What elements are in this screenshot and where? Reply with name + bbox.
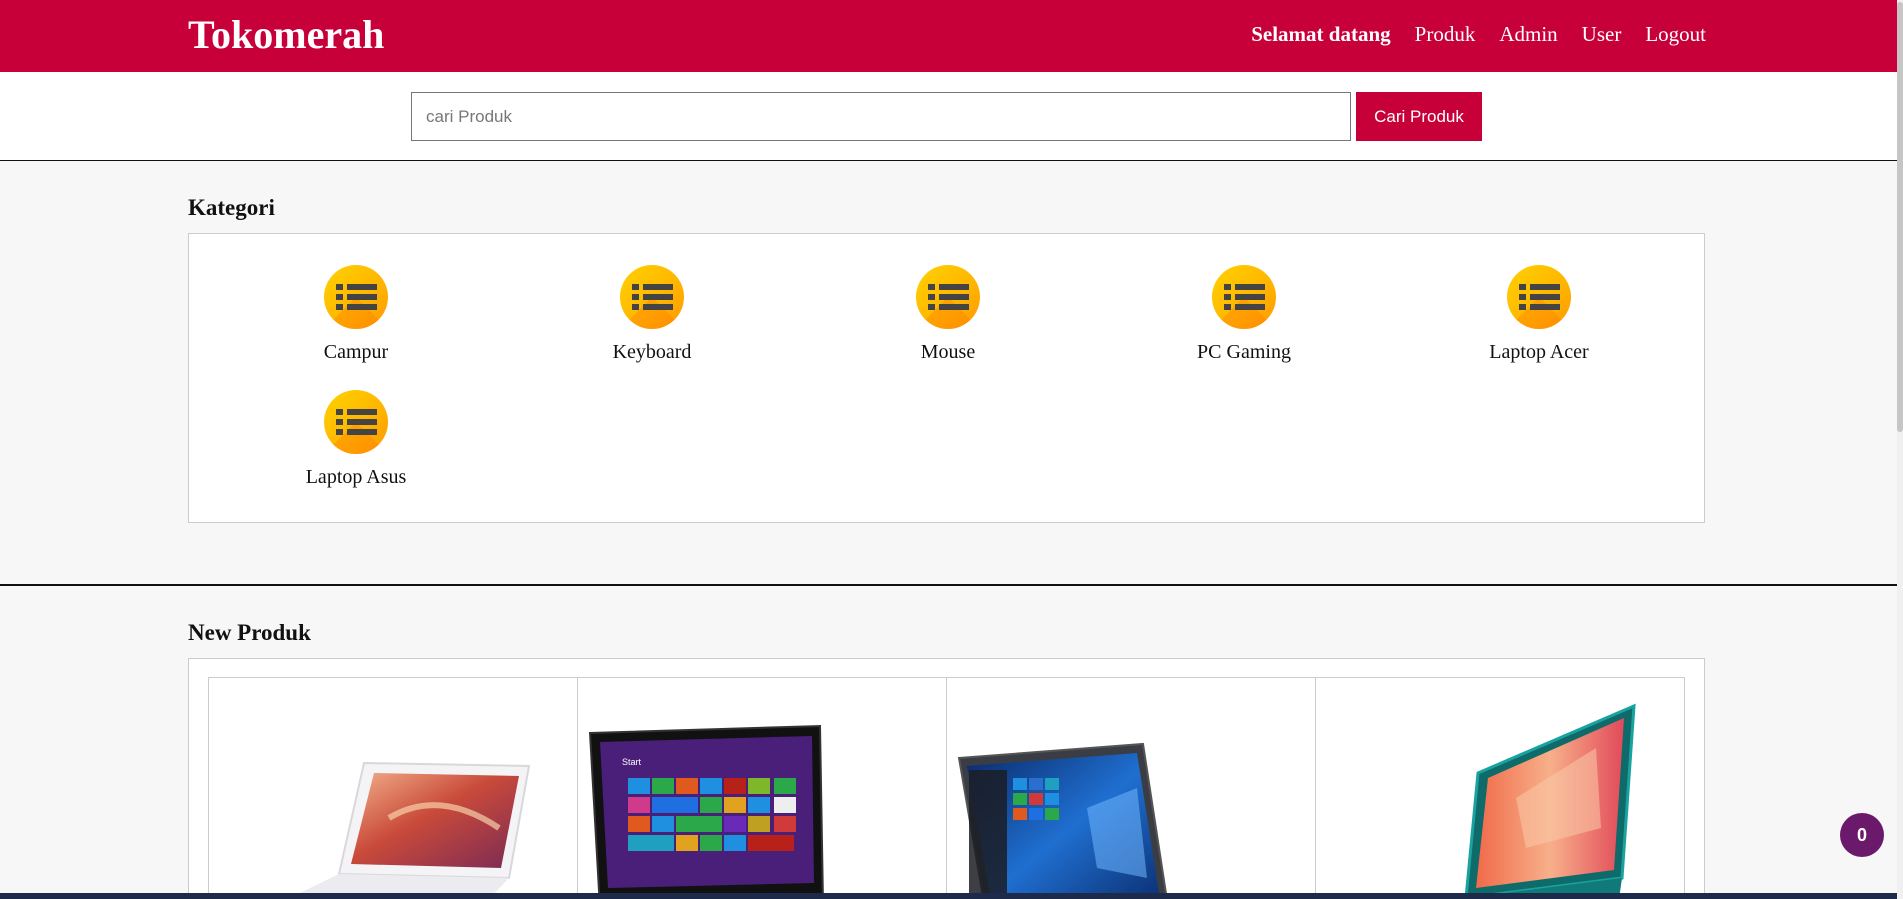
nav-link-logout[interactable]: Logout [1645,22,1706,47]
category-item-laptop-asus[interactable]: Laptop Asus [256,390,456,489]
list-icon [324,390,388,454]
kategori-title: Kategori [188,195,275,220]
nav-link-admin[interactable]: Admin [1499,22,1557,47]
category-label: Laptop Acer [1489,341,1589,363]
kategori-section: Kategori Campur Keyboard Mouse PC Gaming… [0,160,1897,584]
brand-logo[interactable]: Tokomerah [188,10,384,60]
produk-panel: Start [188,658,1705,899]
welcome-text: Selamat datang [1251,22,1391,46]
page-scrollbar[interactable] [1897,0,1903,899]
list-icon [916,265,980,329]
product-card[interactable] [208,677,578,899]
product-card[interactable] [946,677,1316,899]
category-item-laptop-acer[interactable]: Laptop Acer [1439,265,1639,364]
scrollbar-thumb[interactable] [1897,2,1903,432]
category-item-mouse[interactable]: Mouse [848,265,1048,364]
list-icon [620,265,684,329]
search-button[interactable]: Cari Produk [1356,92,1482,141]
new-produk-title: New Produk [188,620,311,645]
category-label: Laptop Asus [305,466,407,488]
main-nav: Selamat datang Produk Admin User Logout [1251,22,1706,47]
header-bar: Tokomerah Selamat datang Produk Admin Us… [0,0,1897,72]
list-icon [1212,265,1276,329]
search-input[interactable] [411,92,1351,141]
category-label: PC Gaming [1197,341,1291,363]
laptop-grey-win10-image [957,742,1168,899]
category-item-campur[interactable]: Campur [256,265,456,364]
category-item-pc-gaming[interactable]: PC Gaming [1144,265,1344,364]
category-label: Keyboard [612,341,692,363]
laptop-asus-white-image [287,761,531,899]
list-icon [1507,265,1571,329]
category-label: Campur [323,341,389,363]
category-label: Mouse [920,341,976,363]
category-item-keyboard[interactable]: Keyboard [552,265,752,364]
product-card[interactable] [1315,677,1685,899]
nav-link-produk[interactable]: Produk [1415,22,1476,47]
laptop-asus-vivobook-teal-image [1462,703,1636,899]
laptop-asus-win8-image: Start [588,724,824,899]
list-icon [324,265,388,329]
kategori-panel: Campur Keyboard Mouse PC Gaming Laptop A… [188,233,1705,523]
bottom-edge-strip [0,893,1897,899]
cart-count-badge[interactable]: 0 [1840,813,1884,857]
svg-text:Start: Start [622,757,642,767]
product-card[interactable]: Start [577,677,947,899]
new-produk-section: New Produk Start [0,584,1897,899]
nav-link-user[interactable]: User [1582,22,1622,47]
